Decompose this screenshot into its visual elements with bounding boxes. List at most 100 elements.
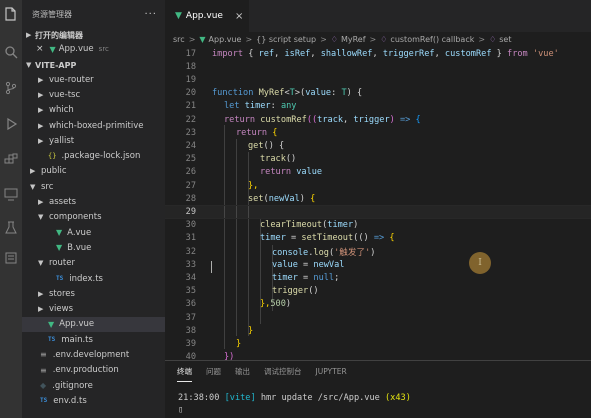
close-icon[interactable]: ×: [36, 44, 44, 54]
vue-file-icon: ▼: [56, 228, 63, 238]
tree-item[interactable]: ▼ src: [22, 179, 165, 194]
tree-item[interactable]: TS main.ts: [22, 332, 165, 347]
json-file-icon: {}: [48, 152, 57, 161]
tree-item-label: which: [49, 105, 74, 116]
chevron-right-icon: ▶: [26, 31, 32, 39]
breadcrumb-item-callback[interactable]: customRef() callback: [390, 35, 474, 44]
project-section[interactable]: ▼ VITE-APP: [22, 58, 165, 72]
code-token: {: [267, 127, 278, 138]
tab-problems[interactable]: 问题: [206, 366, 221, 377]
function-icon: ♢: [330, 34, 338, 44]
code-token: ,: [274, 48, 285, 59]
open-editor-item[interactable]: × ▼ App.vue src: [22, 42, 165, 56]
breadcrumb-item-myref[interactable]: MyRef: [341, 35, 366, 44]
terminal-prompt[interactable]: ▯: [165, 405, 591, 415]
tree-item[interactable]: ▶ yallist: [22, 133, 165, 148]
code-token: }: [491, 48, 508, 59]
tree-item[interactable]: ▼ B.vue: [22, 240, 165, 255]
explorer-header: 资源管理器 ···: [22, 0, 165, 28]
tree-item[interactable]: ▶ assets: [22, 194, 165, 209]
code-text: return value: [260, 167, 322, 177]
tree-item-label: main.ts: [61, 334, 93, 345]
line-number: 21: [185, 101, 196, 112]
terminal-output-line: 21:38:00 [vite] hmr update /src/App.vue …: [165, 393, 591, 403]
tree-item[interactable]: ◆ .gitignore: [22, 378, 165, 393]
more-actions-icon[interactable]: ···: [144, 9, 157, 20]
tab-output[interactable]: 输出: [235, 366, 250, 377]
code-token: value: [296, 167, 323, 178]
code-token: ,: [343, 114, 354, 125]
testing-icon[interactable]: [3, 220, 19, 236]
tree-item[interactable]: ▶ which: [22, 103, 165, 118]
open-editors-label: 打开的编辑器: [35, 30, 83, 40]
code-token: ref: [258, 48, 275, 59]
code-text: console.log('触发了'): [272, 246, 375, 258]
code-token: () {: [263, 140, 285, 151]
code-token: }: [248, 325, 254, 336]
chevron-right-icon: ▶: [38, 136, 44, 145]
docker-icon[interactable]: [3, 250, 19, 266]
tree-item[interactable]: TS index.ts: [22, 271, 165, 286]
tree-item[interactable]: ▼ router: [22, 256, 165, 271]
code-token: ((: [306, 114, 318, 125]
tree-item-label: vue-router: [49, 74, 94, 85]
tab-terminal[interactable]: 终端: [177, 366, 192, 382]
line-number: 33: [185, 259, 196, 270]
breadcrumb-item-set[interactable]: set: [499, 35, 511, 44]
line-number: 19: [185, 74, 196, 85]
tree-item[interactable]: ▶ vue-router: [22, 72, 165, 87]
open-editors-section[interactable]: ▶ 打开的编辑器: [22, 28, 165, 42]
tree-item[interactable]: TS env.d.ts: [22, 393, 165, 408]
code-token: (): [285, 154, 297, 165]
code-token: :: [270, 101, 281, 112]
tree-item[interactable]: ▶ views: [22, 301, 165, 316]
tree-item-label: A.vue: [67, 227, 92, 238]
code-editor[interactable]: 17 import { ref, isRef, shallowRef, trigg…: [165, 46, 591, 362]
breadcrumb-item-src[interactable]: src: [173, 35, 185, 44]
breadcrumb-item-script-setup[interactable]: {} script setup: [256, 35, 316, 44]
line-number: 28: [185, 193, 196, 204]
chevron-right-icon: >: [369, 34, 377, 44]
files-icon[interactable]: [3, 6, 19, 22]
code-line: 29: [165, 205, 591, 219]
search-icon[interactable]: [3, 44, 19, 60]
tree-item[interactable]: ▼ App.vue: [22, 316, 165, 333]
tree-item-label: which-boxed-primitive: [49, 120, 144, 131]
line-number: 31: [185, 233, 196, 244]
tree-item[interactable]: {} .package-lock.json: [22, 148, 165, 163]
code-token: setTimeout: [301, 233, 354, 244]
code-token: console: [272, 247, 309, 258]
tree-item[interactable]: ▼ components: [22, 210, 165, 225]
tree-item[interactable]: ▶ public: [22, 164, 165, 179]
code-text: track(): [260, 154, 296, 164]
tree-item[interactable]: ▶ which-boxed-primitive: [22, 118, 165, 133]
vue-file-icon: ▼: [56, 243, 63, 253]
tree-item[interactable]: ▼ A.vue: [22, 225, 165, 240]
run-debug-icon[interactable]: [3, 116, 19, 132]
close-icon[interactable]: ×: [235, 11, 243, 22]
code-token: customRef: [444, 48, 492, 59]
code-line: 19: [165, 73, 591, 86]
tab-app-vue[interactable]: ▼ App.vue ×: [165, 0, 249, 32]
tab-jupyter[interactable]: JUPYTER: [316, 367, 347, 376]
code-token: customRef: [260, 114, 307, 125]
line-number: 29: [185, 206, 196, 217]
line-number: 24: [185, 140, 196, 151]
tab-debug-console[interactable]: 调试控制台: [264, 366, 302, 377]
tree-item[interactable]: ▶ stores: [22, 286, 165, 301]
code-token: (): [308, 286, 319, 297]
code-token: null: [313, 272, 335, 283]
source-control-icon[interactable]: [3, 80, 19, 96]
line-number: 23: [185, 127, 196, 138]
tree-item-label: .gitignore: [52, 380, 93, 391]
tree-item[interactable]: ≡ .env.production: [22, 363, 165, 378]
code-token: newVal: [268, 193, 300, 204]
remote-icon[interactable]: [3, 186, 19, 202]
line-number: 37: [185, 312, 196, 323]
tree-item[interactable]: ▶ vue-tsc: [22, 87, 165, 102]
tree-item[interactable]: ≡ .env.development: [22, 347, 165, 362]
extensions-icon[interactable]: [3, 152, 19, 168]
tree-item-label: env.d.ts: [53, 395, 87, 406]
breadcrumb-item-file[interactable]: App.vue: [209, 35, 242, 44]
code-token: log: [313, 247, 329, 258]
